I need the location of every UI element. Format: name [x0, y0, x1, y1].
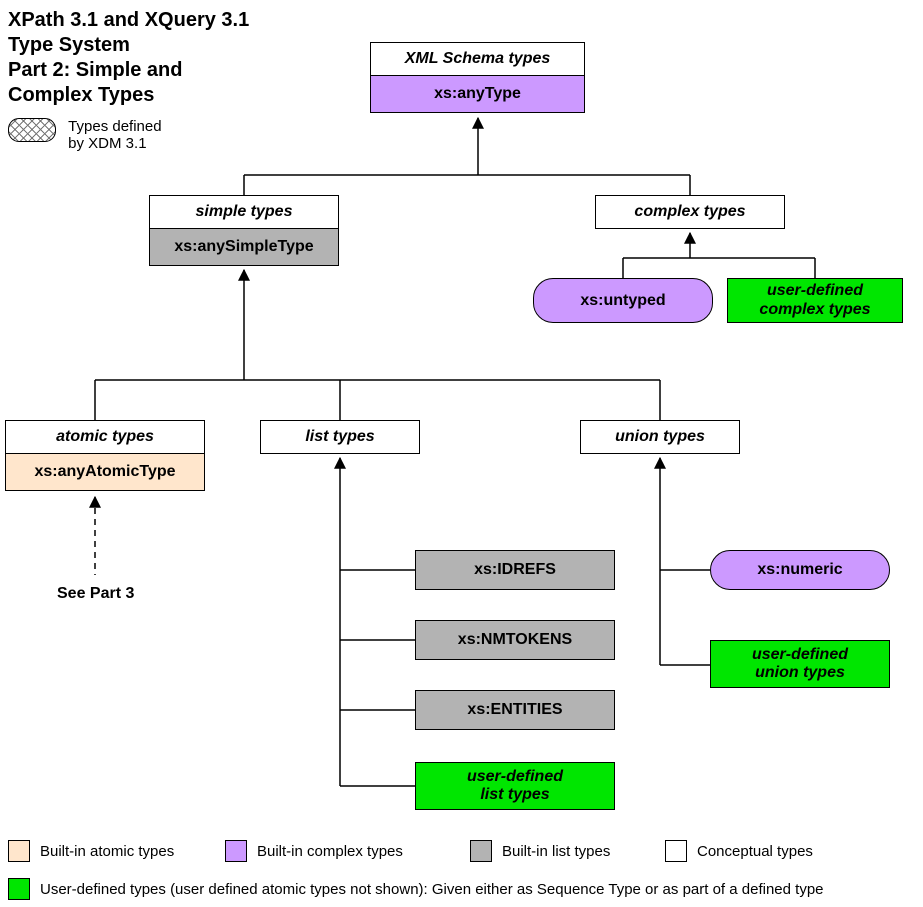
legend-built-in-atomic: Built-in atomic types	[8, 840, 174, 862]
xdm-legend-line: Types defined	[68, 118, 161, 135]
node-user-defined-complex: user-defined complex types	[727, 278, 903, 323]
swatch-user-icon	[8, 878, 30, 900]
legend-label: Built-in complex types	[257, 843, 403, 860]
title-line: Complex Types	[8, 84, 154, 106]
xdm-swatch-icon	[8, 118, 56, 142]
legend-label: User-defined types (user defined atomic …	[40, 881, 824, 898]
node-complex-types: complex types	[595, 195, 785, 229]
node-entities: xs:ENTITIES	[415, 690, 615, 730]
node-header: simple types	[150, 196, 338, 229]
node-user-defined-union: user-defined union types	[710, 640, 890, 688]
legend-built-in-list: Built-in list types	[470, 840, 610, 862]
node-label: xs:ENTITIES	[467, 701, 562, 719]
node-label: xs:NMTOKENS	[458, 631, 572, 649]
title-line: XPath 3.1 and XQuery 3.1	[8, 9, 249, 31]
node-cell-anyType: xs:anyType	[371, 76, 584, 112]
legend-label: Conceptual types	[697, 843, 813, 860]
node-cell-anyAtomicType: xs:anyAtomicType	[6, 454, 204, 490]
node-header: union types	[581, 421, 739, 453]
node-header: XML Schema types	[371, 43, 584, 76]
node-simple-types: simple types xs:anySimpleType	[149, 195, 339, 266]
swatch-list-icon	[470, 840, 492, 862]
node-union-types: union types	[580, 420, 740, 454]
node-header: atomic types	[6, 421, 204, 454]
title-line: Part 2: Simple and	[8, 59, 183, 81]
node-label: xs:IDREFS	[474, 561, 556, 579]
node-numeric: xs:numeric	[710, 550, 890, 590]
swatch-complex-icon	[225, 840, 247, 862]
node-label: xs:untyped	[580, 292, 665, 310]
node-nmtokens: xs:NMTOKENS	[415, 620, 615, 660]
node-user-defined-list: user-defined list types	[415, 762, 615, 810]
see-part3-note: See Part 3	[57, 585, 134, 603]
legend-label: Built-in atomic types	[40, 843, 174, 860]
legend-label: Built-in list types	[502, 843, 610, 860]
swatch-conceptual-icon	[665, 840, 687, 862]
node-label: xs:numeric	[757, 561, 842, 579]
legend-conceptual: Conceptual types	[665, 840, 813, 862]
diagram-title: XPath 3.1 and XQuery 3.1 Type System Par…	[8, 8, 249, 108]
xdm-legend-line: by XDM 3.1	[68, 135, 146, 152]
node-idrefs: xs:IDREFS	[415, 550, 615, 590]
legend-built-in-complex: Built-in complex types	[225, 840, 403, 862]
node-atomic-types: atomic types xs:anyAtomicType	[5, 420, 205, 491]
swatch-atomic-icon	[8, 840, 30, 862]
node-header: list types	[261, 421, 419, 453]
title-line: Type System	[8, 34, 130, 56]
node-xml-schema-types: XML Schema types xs:anyType	[370, 42, 585, 113]
legend-user-defined: User-defined types (user defined atomic …	[8, 878, 913, 900]
node-list-types: list types	[260, 420, 420, 454]
xdm-legend: Types defined by XDM 3.1	[8, 118, 162, 152]
node-cell-anySimpleType: xs:anySimpleType	[150, 229, 338, 265]
node-untyped: xs:untyped	[533, 278, 713, 323]
node-header: complex types	[596, 196, 784, 228]
